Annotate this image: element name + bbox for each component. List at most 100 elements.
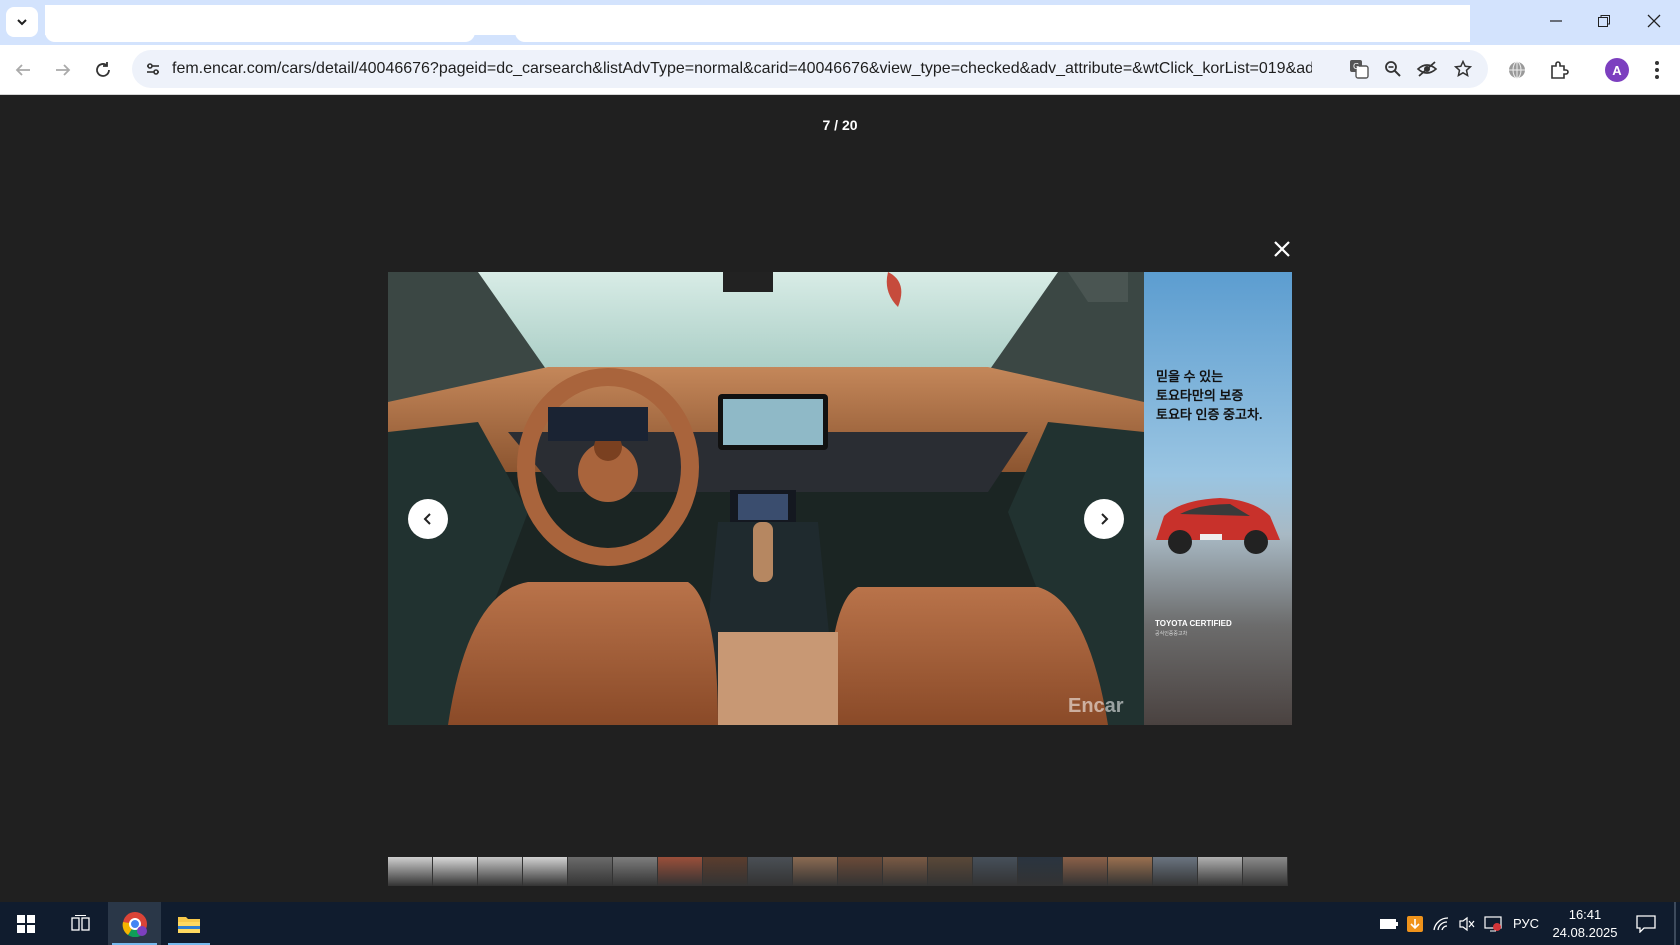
translate-icon[interactable]: G (1348, 58, 1370, 80)
more-vertical-icon (1655, 61, 1659, 79)
zoom-icon[interactable] (1382, 58, 1404, 80)
restore-button[interactable] (1584, 6, 1624, 36)
chevron-left-icon (423, 513, 431, 525)
profile-button[interactable]: A (1602, 55, 1632, 85)
forward-button[interactable] (48, 55, 78, 85)
car-interior-photo: Encar (388, 272, 1144, 725)
thumbnail[interactable] (523, 857, 568, 886)
thumbnail[interactable] (1063, 857, 1108, 886)
chevron-down-icon (17, 19, 27, 26)
menu-button[interactable] (1642, 55, 1672, 85)
thumbnail[interactable] (1153, 857, 1198, 886)
url-text[interactable]: fem.encar.com/cars/detail/40046676?pagei… (172, 60, 1312, 78)
security-tray-icon[interactable] (1482, 902, 1504, 945)
task-view-icon (71, 914, 90, 931)
thumbnail[interactable] (703, 857, 748, 886)
watermark-text: Encar (1068, 695, 1124, 717)
ad-brand: TOYOTA CERTIFIED (1155, 619, 1232, 628)
clock-date: 24.08.2025 (1552, 925, 1618, 940)
task-view-button[interactable] (56, 902, 106, 945)
extensions-button[interactable] (1544, 55, 1574, 85)
arrow-right-icon (56, 64, 71, 76)
ad-car-image (1156, 498, 1280, 554)
show-desktop-button[interactable] (1674, 902, 1676, 945)
thumbnail[interactable] (793, 857, 838, 886)
tab-shape (45, 30, 475, 42)
notification-icon (1636, 914, 1656, 933)
close-icon (1647, 14, 1661, 28)
windows-taskbar: РУС 16:41 24.08.2025 (0, 902, 1680, 945)
app-tray-icon[interactable] (1404, 902, 1426, 945)
wifi-tray-icon[interactable] (1430, 902, 1452, 945)
battery-icon (1380, 918, 1398, 929)
thumbnail[interactable] (388, 857, 433, 886)
restore-icon (1598, 15, 1610, 27)
thumbnail[interactable] (973, 857, 1018, 886)
volume-muted-icon (1459, 916, 1475, 931)
minimize-icon (1550, 20, 1562, 22)
toyota-ad-banner[interactable]: 믿을 수 있는 토요타만의 보증 토요타 인증 중고차. TOYOTA CERT… (1144, 272, 1292, 725)
folder-icon (178, 916, 200, 933)
photo-counter: 7 / 20 (822, 117, 858, 133)
close-viewer-button[interactable] (1268, 235, 1296, 263)
ad-line: 토요타 인증 중고차. (1156, 407, 1263, 422)
thumbnail[interactable] (1108, 857, 1153, 886)
ad-brand-sub: 공식인증중고차 (1155, 631, 1188, 637)
back-button[interactable] (8, 55, 38, 85)
thumbnail[interactable] (748, 857, 793, 886)
thumbnail[interactable] (928, 857, 973, 886)
thumbnail[interactable] (478, 857, 523, 886)
puzzle-icon (1551, 61, 1569, 79)
thumbnail[interactable] (883, 857, 928, 886)
svg-text:G: G (1353, 62, 1359, 71)
browser-toolbar: fem.encar.com/cars/detail/40046676?pagei… (0, 45, 1680, 95)
photo-viewer: 7 / 20 Encar 믿을 수 있는 토요타만의 보증 토요타 인증 중고차… (0, 95, 1680, 902)
tab-strip (0, 0, 1680, 45)
site-info-icon[interactable] (142, 58, 164, 80)
taskbar-file-explorer[interactable] (164, 902, 214, 945)
system-clock[interactable]: 16:41 24.08.2025 (1545, 906, 1625, 942)
chevron-right-icon (1101, 513, 1109, 525)
ad-line: 토요타만의 보증 (1156, 388, 1244, 403)
battery-tray-icon[interactable] (1378, 902, 1400, 945)
close-icon (1274, 241, 1290, 257)
thumbnail[interactable] (568, 857, 613, 886)
thumbnail[interactable] (1018, 857, 1063, 886)
next-photo-button[interactable] (1084, 499, 1124, 539)
chrome-icon (122, 911, 147, 937)
thumbnail-strip (388, 857, 1292, 886)
thumbnail[interactable] (433, 857, 478, 886)
address-bar[interactable]: fem.encar.com/cars/detail/40046676?pagei… (132, 50, 1488, 88)
tab-shape (515, 30, 1470, 42)
reload-button[interactable] (88, 55, 118, 85)
close-window-button[interactable] (1634, 6, 1674, 36)
monitor-alert-icon (1484, 915, 1502, 931)
thumbnail[interactable] (838, 857, 883, 886)
windows-icon (17, 914, 35, 933)
eye-off-icon[interactable] (1416, 58, 1438, 80)
taskbar-chrome[interactable] (108, 902, 161, 945)
minimize-button[interactable] (1536, 6, 1576, 36)
wifi-icon (1433, 916, 1449, 930)
thumbnail[interactable] (1198, 857, 1243, 886)
avatar: A (1605, 58, 1629, 82)
volume-tray-icon[interactable] (1456, 902, 1478, 945)
clock-time: 16:41 (1568, 907, 1602, 922)
extension-globe-button[interactable] (1502, 55, 1532, 85)
reload-icon (96, 62, 110, 77)
ad-headline: 믿을 수 있는 토요타만의 보증 토요타 인증 중고차. (1156, 367, 1263, 424)
orange-app-icon (1407, 915, 1423, 932)
ad-line: 믿을 수 있는 (1156, 369, 1224, 384)
thumbnail[interactable] (613, 857, 658, 886)
notification-center-button[interactable] (1630, 902, 1662, 945)
input-language[interactable]: РУС (1506, 902, 1546, 945)
tab-search-button[interactable] (6, 7, 38, 37)
prev-photo-button[interactable] (408, 499, 448, 539)
bookmark-star-icon[interactable] (1452, 58, 1474, 80)
start-button[interactable] (0, 902, 52, 945)
globe-icon (1509, 61, 1525, 79)
thumbnail[interactable] (1243, 857, 1288, 886)
arrow-left-icon (15, 64, 30, 76)
thumbnail[interactable] (658, 857, 703, 886)
screen: fem.encar.com/cars/detail/40046676?pagei… (0, 0, 1680, 945)
